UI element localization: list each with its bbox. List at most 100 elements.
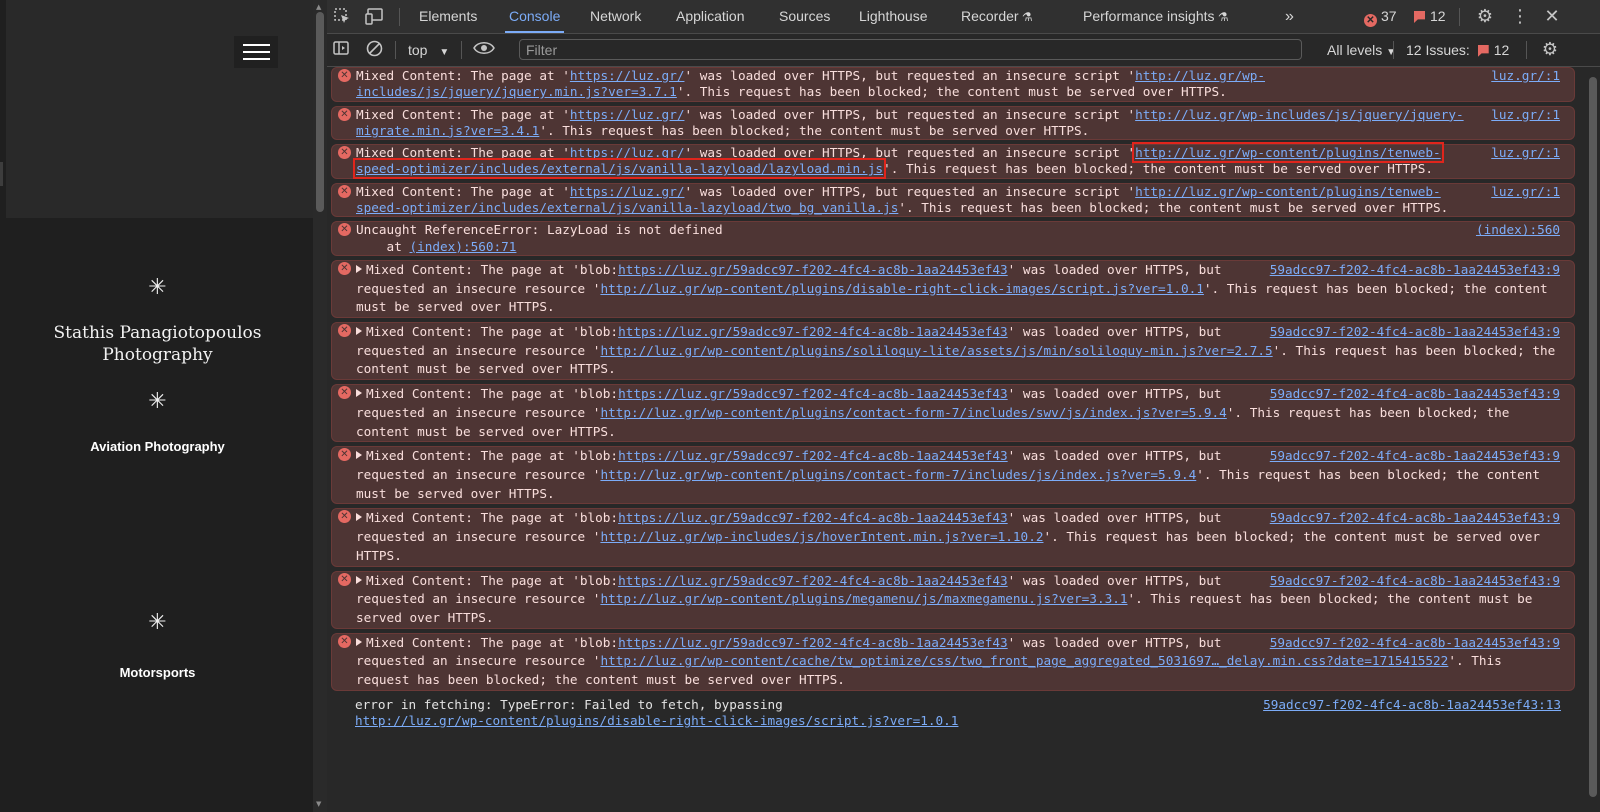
expand-triangle-icon[interactable] [356,637,362,646]
source-link[interactable]: 59adcc97-f202-4fc4-ac8b-1aa24453ef43:9 [1270,447,1560,466]
tab-elements[interactable]: Elements [419,0,477,33]
page-link[interactable]: https://luz.gr/ [570,68,685,83]
page-link[interactable]: https://luz.gr/59adcc97-f202-4fc4-ac8b-1… [618,573,1008,588]
source-link[interactable]: 59adcc97-f202-4fc4-ac8b-1aa24453ef43:9 [1270,261,1560,280]
console-settings-gear-icon[interactable]: ⚙ [1540,40,1560,60]
issues-button[interactable]: 12 Issues: 12 [1406,40,1509,60]
clear-console-icon[interactable] [365,40,383,60]
expand-triangle-icon[interactable] [356,389,362,398]
resource-link[interactable]: http://luz.gr/wp-content/plugins/contact… [600,467,1196,482]
source-link[interactable]: 59adcc97-f202-4fc4-ac8b-1aa24453ef43:13 [1263,697,1561,713]
error-counter[interactable]: ✕ 37 [1364,0,1397,33]
console-error-message[interactable]: ✕ (index):560 Uncaught ReferenceError: L… [331,221,1575,256]
console-error-message[interactable]: ✕ luz.gr/:1 Mixed Content: The page at '… [331,182,1575,218]
page-link[interactable]: https://luz.gr/59adcc97-f202-4fc4-ac8b-1… [618,510,1008,525]
console-scrollbar-thumb[interactable] [1589,77,1597,797]
source-link[interactable]: 59adcc97-f202-4fc4-ac8b-1aa24453ef43:9 [1270,509,1560,528]
error-icon: ✕ [338,572,351,586]
site-scrollbar[interactable]: ▲ ▼ [313,0,327,812]
resource-link[interactable]: http://luz.gr/wp-content/plugins/disable… [600,281,1203,296]
tab-console[interactable]: Console [504,0,565,33]
page-link[interactable]: https://luz.gr/ [570,145,685,160]
site-edge-tab [0,162,3,186]
message-text: Mixed Content: The page at ' [356,68,570,83]
page-link[interactable]: https://luz.gr/59adcc97-f202-4fc4-ac8b-1… [618,262,1008,277]
scroll-down-arrow-icon[interactable]: ▼ [316,800,321,808]
more-options-icon[interactable]: ⋮ [1510,7,1530,27]
issue-counter[interactable]: 12 [1414,0,1446,33]
resource-link[interactable]: http://luz.gr/wp-content/plugins/disable… [355,713,1561,729]
issue-flag-icon [1414,11,1425,23]
error-icon: ✕ [338,107,351,121]
log-levels-dropdown[interactable]: All levels ▼ [1327,40,1396,63]
message-text: Mixed Content: The page at ' [356,145,570,161]
resource-link[interactable]: http://luz.gr/wp-content/cache/tw_optimi… [600,653,1448,668]
console-error-message[interactable]: ✕ 59adcc97-f202-4fc4-ac8b-1aa24453ef43:9… [331,508,1575,567]
console-scrollbar[interactable] [1585,67,1600,812]
source-link[interactable]: 59adcc97-f202-4fc4-ac8b-1aa24453ef43:9 [1270,385,1560,404]
sidebar-toggle-icon[interactable] [332,40,350,60]
console-error-message[interactable]: ✕ luz.gr/:1 Mixed Content: The page at '… [331,142,1575,180]
console-error-message[interactable]: ✕ 59adcc97-f202-4fc4-ac8b-1aa24453ef43:9… [331,570,1575,629]
console-log-message[interactable]: 59adcc97-f202-4fc4-ac8b-1aa24453ef43:13 … [331,695,1575,730]
expand-triangle-icon[interactable] [356,264,362,273]
page-link[interactable]: https://luz.gr/59adcc97-f202-4fc4-ac8b-1… [618,448,1008,463]
page-link[interactable]: https://luz.gr/59adcc97-f202-4fc4-ac8b-1… [618,386,1008,401]
source-link[interactable]: luz.gr/:1 [1491,145,1560,161]
console-error-message[interactable]: ✕ 59adcc97-f202-4fc4-ac8b-1aa24453ef43:9… [331,384,1575,443]
page-link[interactable]: https://luz.gr/59adcc97-f202-4fc4-ac8b-1… [618,324,1008,339]
more-tabs-icon[interactable]: » [1285,0,1294,33]
category-aviation-link[interactable]: Aviation Photography [0,439,315,454]
tab-recorder[interactable]: Recorder ⚗ [961,0,1033,33]
message-text: Mixed Content: The page at 'blob: [366,261,619,277]
console-error-message[interactable]: ✕ 59adcc97-f202-4fc4-ac8b-1aa24453ef43:9… [331,322,1575,381]
tab-application[interactable]: Application [676,0,745,33]
console-filter-input[interactable] [519,39,1302,60]
tab-sources[interactable]: Sources [779,0,830,33]
settings-gear-icon[interactable]: ⚙ [1475,7,1495,27]
console-error-message[interactable]: ✕ 59adcc97-f202-4fc4-ac8b-1aa24453ef43:9… [331,259,1575,319]
close-icon[interactable]: ✕ [1542,7,1562,27]
website-viewport: ✳ Stathis Panagiotopoulos Photography ✳ … [0,0,315,812]
tab-lighthouse[interactable]: Lighthouse [859,0,928,33]
expand-triangle-icon[interactable] [356,451,362,460]
hamburger-menu-icon[interactable] [234,36,278,68]
resource-link[interactable]: http://luz.gr/wp-content/plugins/contact… [600,405,1226,420]
source-link[interactable]: luz.gr/:1 [1491,107,1560,123]
source-link[interactable]: (index):560 [1476,222,1560,238]
tab-performance-insights[interactable]: Performance insights ⚗ [1083,0,1229,33]
device-toolbar-icon[interactable] [365,7,385,27]
resource-link[interactable]: http://luz.gr/wp-content/plugins/megamen… [600,591,1127,606]
page-link[interactable]: https://luz.gr/ [570,107,685,122]
console-error-message[interactable]: ✕ 59adcc97-f202-4fc4-ac8b-1aa24453ef43:9… [331,632,1575,691]
tab-separator [399,8,400,26]
resource-link[interactable]: http://luz.gr/wp-includes/js/hoverIntent… [600,529,1043,544]
devtools-tabbar: Elements Console Network Application Sources… [327,0,1600,34]
message-text: '. This request has been blocked; the co… [539,122,1090,138]
source-link[interactable]: luz.gr/:1 [1491,184,1560,200]
console-error-message[interactable]: ✕ luz.gr/:1 Mixed Content: The page at '… [331,67,1575,102]
category-motorsports-link[interactable]: Motorsports [0,665,315,680]
message-text: Mixed Content: The page at 'blob: [366,324,619,340]
context-selector[interactable]: top ▼ [408,40,449,63]
resource-link[interactable]: http://luz.gr/wp-content/plugins/soliloq… [600,343,1272,358]
expand-triangle-icon[interactable] [356,513,362,522]
site-title[interactable]: Stathis Panagiotopoulos Photography [0,322,315,366]
source-link[interactable]: 59adcc97-f202-4fc4-ac8b-1aa24453ef43:9 [1270,572,1560,591]
page-link[interactable]: https://luz.gr/59adcc97-f202-4fc4-ac8b-1… [618,635,1008,650]
scroll-up-arrow-icon[interactable]: ▲ [316,3,321,11]
expand-triangle-icon[interactable] [356,327,362,336]
experiment-flask-icon: ⚗ [1018,10,1033,24]
source-link[interactable]: 59adcc97-f202-4fc4-ac8b-1aa24453ef43:9 [1270,323,1560,342]
live-expression-eye-icon[interactable] [472,40,496,60]
page-link[interactable]: https://luz.gr/ [570,184,685,199]
tab-network[interactable]: Network [590,0,641,33]
expand-triangle-icon[interactable] [356,575,362,584]
console-error-message[interactable]: ✕ 59adcc97-f202-4fc4-ac8b-1aa24453ef43:9… [331,446,1575,505]
source-link[interactable]: luz.gr/:1 [1491,68,1560,84]
scrollbar-thumb[interactable] [316,12,324,212]
stack-link[interactable]: (index):560:71 [409,239,516,254]
inspect-element-icon[interactable] [332,7,352,27]
source-link[interactable]: 59adcc97-f202-4fc4-ac8b-1aa24453ef43:9 [1270,634,1560,653]
console-error-message[interactable]: ✕ luz.gr/:1 Mixed Content: The page at '… [331,105,1575,141]
